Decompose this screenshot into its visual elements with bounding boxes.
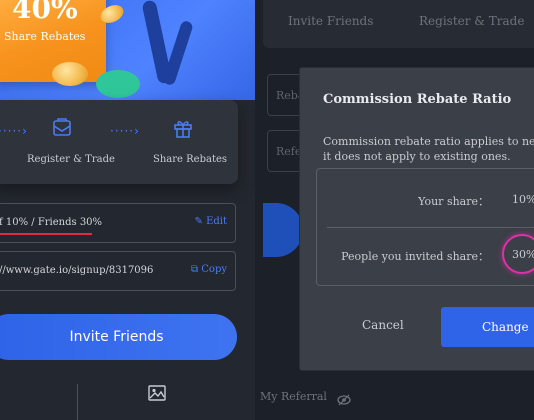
- tab-register-trade[interactable]: Register & Trade: [419, 14, 524, 28]
- your-share-label: Your share：: [418, 195, 489, 208]
- envelope-icon: [51, 117, 73, 143]
- share-box: Your share： 10% People you invited share…: [316, 168, 534, 286]
- rebate-label: Share Rebates: [4, 30, 86, 43]
- background-label: Refe: [276, 145, 302, 158]
- promo-banner: 40% Share Rebates: [0, 0, 255, 100]
- rebate-percent: 40%: [12, 0, 78, 25]
- referral-link-value: //www.gate.io/signup/8317096: [0, 265, 154, 276]
- cancel-button[interactable]: Cancel: [362, 318, 404, 332]
- tab-bar: Invite Friends Register & Trade: [263, 0, 534, 48]
- edit-icon: ✎: [194, 216, 203, 227]
- share-divider: [327, 227, 534, 228]
- image-icon[interactable]: [148, 385, 166, 405]
- modal-title: Commission Rebate Ratio: [323, 92, 512, 107]
- copy-link-button[interactable]: ⧉ Copy: [191, 264, 227, 275]
- step-label-share: Share Rebates: [153, 154, 228, 165]
- step-label-register: Register & Trade: [27, 154, 115, 165]
- copy-icon: ⧉: [190, 264, 199, 275]
- arrow-connector-icon: ·····›: [110, 124, 140, 138]
- arrow-connector-icon: ·····›: [0, 124, 28, 138]
- modal-description-line: it does not apply to existing ones.: [323, 150, 511, 163]
- eye-icon[interactable]: [337, 391, 351, 410]
- gift-icon: [172, 117, 194, 143]
- change-button[interactable]: Change: [441, 307, 534, 347]
- background-button: [263, 203, 303, 257]
- edit-ratio-button[interactable]: ✎ Edit: [195, 216, 228, 227]
- edit-label: Edit: [206, 216, 227, 227]
- right-screen: Invite Friends Register & Trade Reba Ref…: [255, 0, 534, 420]
- modal-description: Commission rebate ratio applies to new r…: [323, 134, 534, 164]
- copy-label: Copy: [201, 264, 227, 275]
- left-phone-screen: 40% Share Rebates ·····› ·····› Register…: [0, 0, 255, 420]
- coin-stack-icon: [52, 62, 88, 86]
- steps-panel: ·····› ·····› Register & Trade Share Reb…: [0, 100, 238, 184]
- highlight-ring: [502, 234, 534, 274]
- your-share-value[interactable]: 10%: [512, 193, 534, 206]
- my-referral-label: My Referral: [260, 390, 327, 403]
- pedestal-illustration: [96, 70, 140, 98]
- annotation-underline: [0, 233, 92, 235]
- referral-link-field: //www.gate.io/signup/8317096 ⧉ Copy: [0, 251, 236, 291]
- commission-rebate-modal: Commission Rebate Ratio Commission rebat…: [300, 68, 534, 370]
- modal-description-line: Commission rebate ratio applies to new r: [323, 135, 534, 148]
- divider: [77, 384, 78, 420]
- commission-ratio-value: f 10% / Friends 30%: [0, 217, 103, 228]
- commission-ratio-field: f 10% / Friends 30% ✎ Edit: [0, 203, 236, 243]
- figure-leg: [162, 19, 194, 87]
- tab-invite-friends[interactable]: Invite Friends: [288, 14, 373, 28]
- invite-friends-button[interactable]: Invite Friends: [0, 314, 237, 360]
- invited-share-label: People you invited share：: [341, 250, 489, 263]
